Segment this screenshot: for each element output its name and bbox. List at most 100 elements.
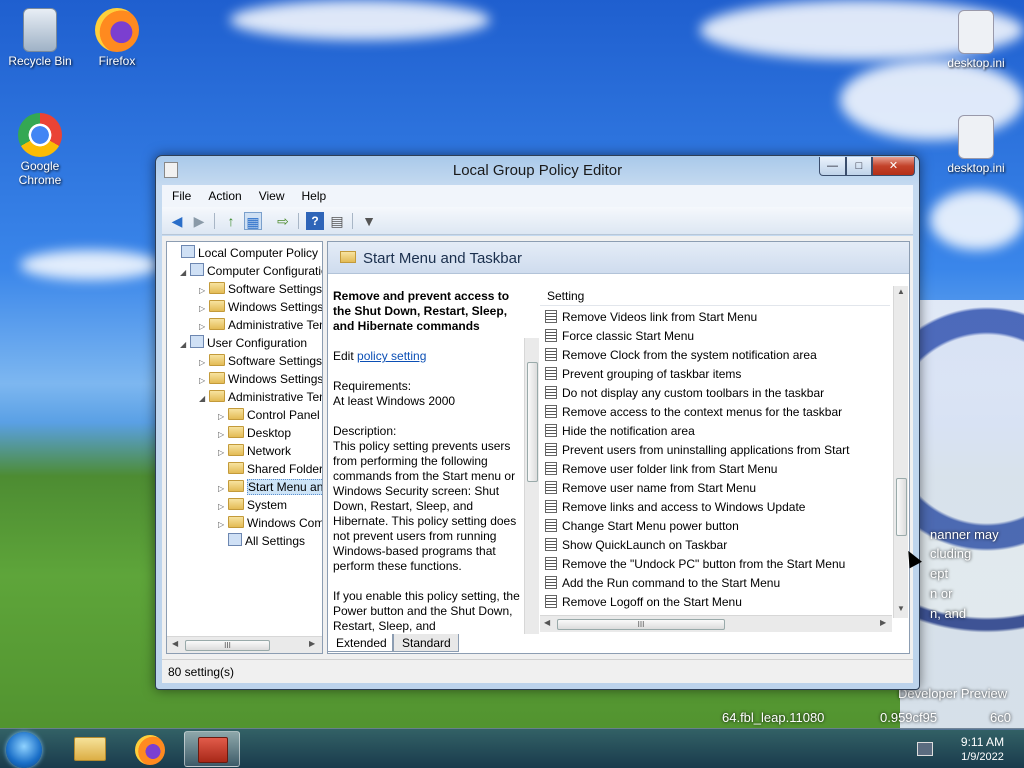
system-tray: 9:11 AM 1/9/2022 xyxy=(915,732,1024,766)
help-icon[interactable]: ? xyxy=(306,212,324,230)
tree-node[interactable]: ▷Windows Components xyxy=(218,514,322,532)
close-button[interactable]: ✕ xyxy=(872,157,915,176)
scroll-left-arrow[interactable]: ◀ xyxy=(172,639,178,648)
settings-horizontal-scrollbar[interactable]: ◀ III ▶ xyxy=(540,615,892,632)
setting-icon xyxy=(545,500,557,513)
setting-row[interactable]: Show QuickLaunch on Taskbar xyxy=(545,536,727,555)
tree-node[interactable]: All Settings xyxy=(218,532,305,550)
wallpaper-text: n, and xyxy=(930,606,967,621)
desktop-icon-desktop-ini[interactable]: desktop.ini xyxy=(936,10,1016,70)
wallpaper-text: cluding xyxy=(930,546,972,561)
scroll-thumb[interactable] xyxy=(527,362,538,482)
network-icon[interactable] xyxy=(917,742,933,756)
wallpaper-text: 0.959cf95 xyxy=(880,710,938,725)
setting-label: Remove Logoff on the Start Menu xyxy=(562,595,742,609)
tree-node[interactable]: ▷ Windows Settings xyxy=(199,370,322,388)
expand-toggle-icon[interactable]: ◢ xyxy=(199,390,209,408)
tab-extended[interactable]: Extended xyxy=(327,634,393,652)
tree-node[interactable]: ▷ Software Settings xyxy=(199,280,322,298)
setting-row[interactable]: Remove the "Undock PC" button from the S… xyxy=(545,555,845,574)
desktop-icon-desktop-ini[interactable]: desktop.ini xyxy=(936,115,1016,175)
ini-file-icon xyxy=(958,115,994,159)
setting-row[interactable]: Change Start Menu power button xyxy=(545,517,739,536)
tree-node[interactable]: ▷ Desktop xyxy=(218,424,291,442)
tree-node[interactable]: Local Computer Policy xyxy=(171,244,318,262)
setting-row[interactable]: Remove access to the context menus for t… xyxy=(545,403,842,422)
menu-help[interactable]: Help xyxy=(292,185,334,203)
tree-node[interactable]: ▷ Windows Settings xyxy=(199,298,322,316)
menu-view[interactable]: View xyxy=(249,185,292,203)
back-arrow-icon[interactable]: ◀ xyxy=(168,212,186,230)
menu-action[interactable]: Action xyxy=(198,185,248,203)
scroll-right-arrow[interactable]: ▶ xyxy=(309,639,315,648)
scroll-left-arrow[interactable]: ◀ xyxy=(544,618,550,627)
tree-node[interactable]: ▷ Control Panel xyxy=(218,406,320,424)
desktop-icon-google-chrome[interactable]: Google Chrome xyxy=(0,113,80,187)
setting-row[interactable]: Do not display any custom toolbars in th… xyxy=(545,384,824,403)
tree-node[interactable]: ◢ Computer Configuration xyxy=(180,262,322,282)
tree-node[interactable]: Shared Folders xyxy=(218,460,323,478)
setting-row[interactable]: Remove user folder link from Start Menu xyxy=(545,460,777,479)
scroll-thumb[interactable] xyxy=(896,478,907,536)
filter-icon[interactable]: ▼ xyxy=(360,212,378,230)
clock-date[interactable]: 1/9/2022 xyxy=(945,751,1020,763)
tree-node[interactable]: ▷Administrative Templates xyxy=(199,316,322,334)
menu-file[interactable]: File xyxy=(162,185,198,203)
tree-node[interactable]: ◢ User Configuration xyxy=(180,334,307,352)
expand-toggle-icon[interactable]: ◢ xyxy=(180,264,190,282)
maximize-button[interactable]: □ xyxy=(846,157,872,176)
tree-node[interactable]: ▷ Software Settings xyxy=(199,352,322,370)
setting-row[interactable]: Remove Logoff on the Start Menu xyxy=(545,593,742,612)
scroll-up-arrow[interactable]: ▲ xyxy=(897,287,905,296)
desktop-icon-recycle-bin[interactable]: Recycle Bin xyxy=(0,8,80,68)
taskbar-group-policy-button[interactable] xyxy=(184,731,240,767)
edit-prefix: Edit xyxy=(333,349,354,363)
tree-node[interactable]: ▷Start Menu and Taskbar xyxy=(218,478,322,496)
minimize-button[interactable]: — xyxy=(819,157,846,176)
start-orb-icon[interactable] xyxy=(6,732,42,768)
up-folder-icon[interactable]: ↑ xyxy=(222,212,240,230)
scroll-thumb[interactable]: III xyxy=(557,619,725,630)
settings-vertical-scrollbar[interactable]: ▲ ▼ xyxy=(893,286,908,618)
setting-row[interactable]: Prevent grouping of taskbar items xyxy=(545,365,741,384)
properties-icon[interactable]: ▤ xyxy=(328,212,346,230)
export-list-icon[interactable]: ⇨ xyxy=(274,212,292,230)
tree-horizontal-scrollbar[interactable]: ◀ III ▶ xyxy=(167,636,322,653)
clock-time[interactable]: 9:11 AM xyxy=(945,735,1020,749)
scroll-thumb[interactable]: III xyxy=(185,640,270,651)
setting-row[interactable]: Force classic Start Menu xyxy=(545,327,694,346)
cloud xyxy=(930,190,1024,250)
taskbar-explorer-button[interactable] xyxy=(62,731,118,767)
show-hide-tree-icon[interactable]: ▦ xyxy=(244,212,262,230)
title-bar[interactable]: Local Group Policy Editor — □ ✕ xyxy=(156,156,919,184)
column-header-setting[interactable]: Setting xyxy=(540,284,890,306)
firefox-icon xyxy=(95,8,139,52)
scroll-right-arrow[interactable]: ▶ xyxy=(880,618,886,627)
setting-row[interactable]: Remove links and access to Windows Updat… xyxy=(545,498,805,517)
expand-toggle-icon[interactable]: ◢ xyxy=(180,336,190,354)
setting-row[interactable]: Remove user name from Start Menu xyxy=(545,479,756,498)
desktop-icon-label: desktop.ini xyxy=(947,56,1005,70)
taskbar-firefox-button[interactable] xyxy=(122,731,178,767)
tab-standard[interactable]: Standard xyxy=(393,634,459,652)
tree-node[interactable]: ▷ Network xyxy=(218,442,291,460)
tree-node-label: Local Computer Policy xyxy=(198,246,319,260)
tree-node[interactable]: ▷ System xyxy=(218,496,287,514)
tree-node-label: Shared Folders xyxy=(247,462,323,476)
setting-row[interactable]: Add the Run command to the Start Menu xyxy=(545,574,780,593)
settings-list[interactable]: Setting Remove Videos link from Start Me… xyxy=(540,284,908,634)
tree-node[interactable]: ◢ Administrative Templates xyxy=(199,388,322,408)
scroll-down-arrow[interactable]: ▼ xyxy=(897,604,905,613)
setting-row[interactable]: Hide the notification area xyxy=(545,422,695,441)
description-scrollbar[interactable] xyxy=(524,338,539,634)
edit-policy-setting-link[interactable]: policy setting xyxy=(357,349,426,363)
console-tree[interactable]: Local Computer Policy ◢ Computer Configura… xyxy=(166,241,323,654)
tree-node-label: User Configuration xyxy=(207,336,308,350)
forward-arrow-icon[interactable]: ▶ xyxy=(190,212,208,230)
setting-row[interactable]: Prevent users from uninstalling applicat… xyxy=(545,441,849,460)
desktop-icon-firefox[interactable]: Firefox xyxy=(77,8,157,68)
group-policy-editor-window[interactable]: Local Group Policy Editor — □ ✕ File Acti… xyxy=(155,155,920,690)
setting-row[interactable]: Remove Clock from the system notificatio… xyxy=(545,346,817,365)
setting-row[interactable]: Remove Videos link from Start Menu xyxy=(545,308,757,327)
setting-icon xyxy=(545,329,557,342)
